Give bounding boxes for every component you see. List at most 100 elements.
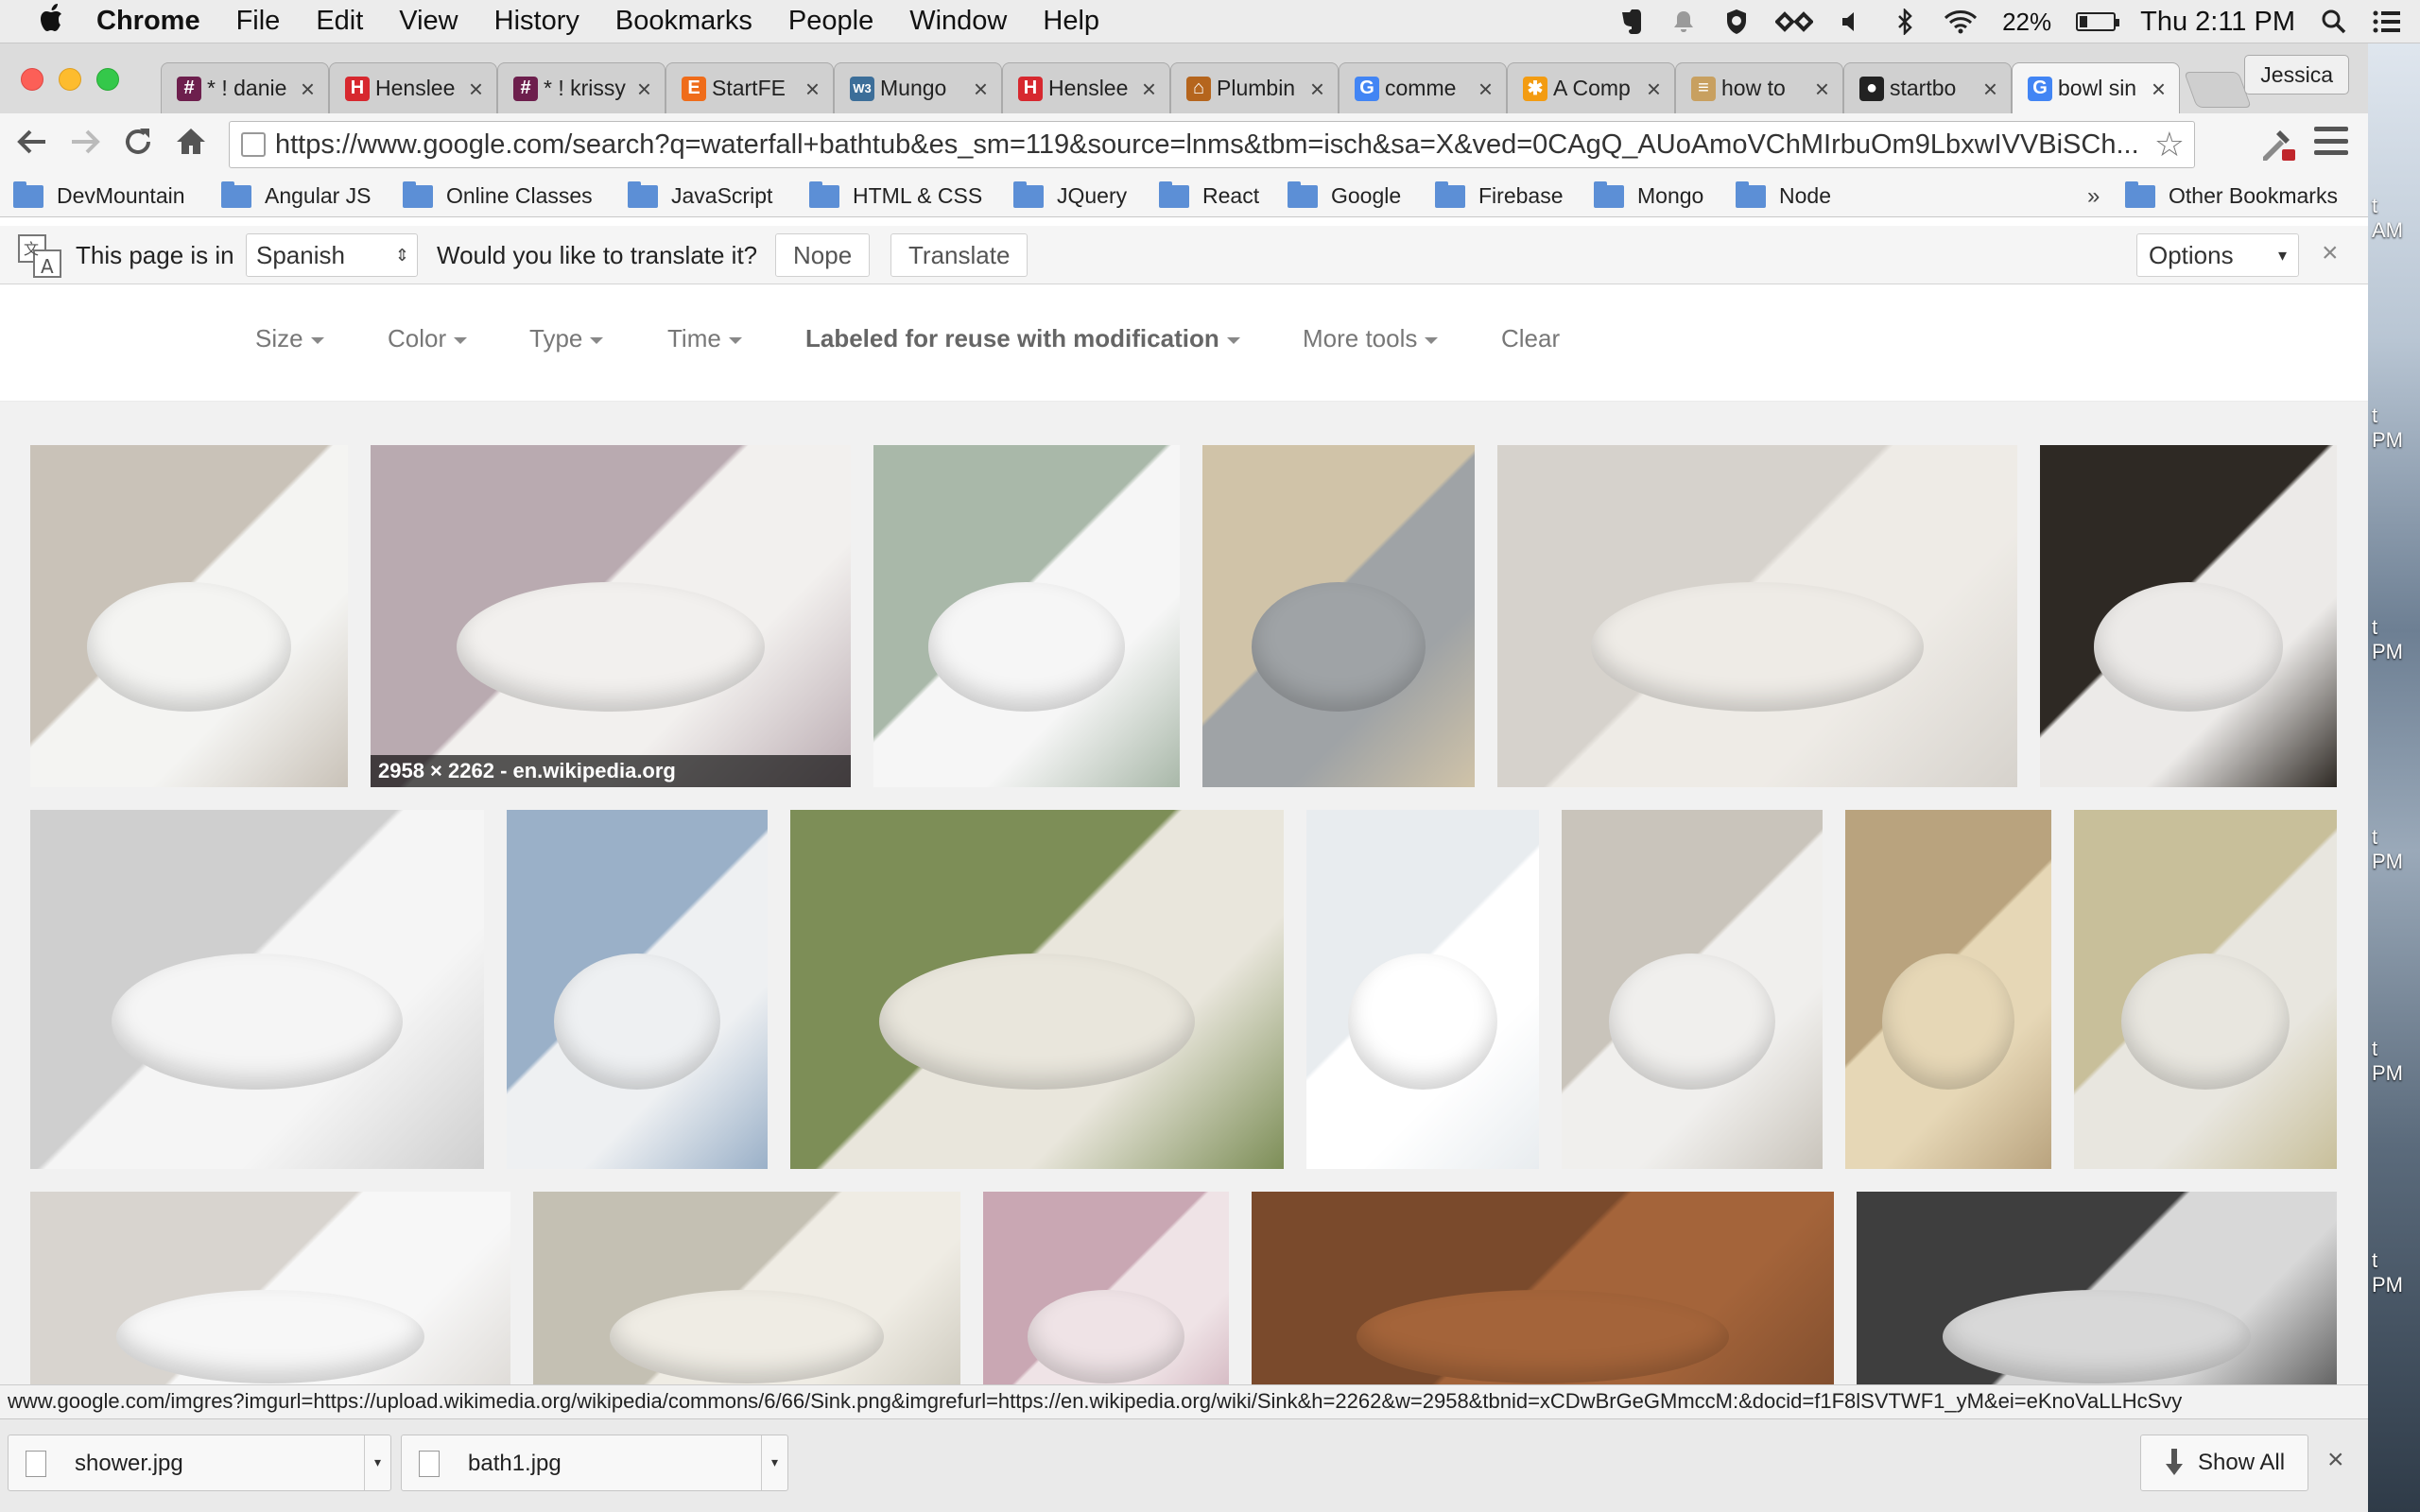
- tool-color[interactable]: Color: [388, 324, 468, 353]
- chrome-menu-icon[interactable]: [2314, 127, 2348, 155]
- extension-eyedropper-icon[interactable]: [2256, 121, 2299, 164]
- tool-size[interactable]: Size: [255, 324, 324, 353]
- image-result-wall-bidet[interactable]: [30, 810, 484, 1169]
- new-tab-button[interactable]: [2184, 72, 2252, 108]
- menu-help[interactable]: Help: [1043, 6, 1099, 37]
- browser-tab[interactable]: Gcomme ×: [1339, 62, 1507, 113]
- tool-time[interactable]: Time: [667, 324, 742, 353]
- browser-tab[interactable]: H Henslee ×: [329, 62, 497, 113]
- notification-center-icon[interactable]: [2373, 8, 2401, 36]
- close-tab-icon[interactable]: ×: [1815, 75, 1829, 104]
- bookmark-folder-jquery[interactable]: JQuery: [1013, 180, 1127, 209]
- image-result-wall-urinal-trough[interactable]: [2040, 445, 2337, 787]
- browser-tab[interactable]: ⌂ Plumbin ×: [1170, 62, 1339, 113]
- close-tab-icon[interactable]: ×: [637, 75, 651, 104]
- menu-app-name[interactable]: Chrome: [96, 6, 200, 37]
- menu-view[interactable]: View: [399, 6, 458, 37]
- menu-bookmarks[interactable]: Bookmarks: [615, 6, 752, 37]
- apple-menu-icon[interactable]: [38, 3, 68, 41]
- other-bookmarks-folder[interactable]: Other Bookmarks: [2125, 180, 2338, 209]
- bookmark-folder-devmountain[interactable]: DevMountain: [13, 180, 185, 209]
- download-item-bath1[interactable]: bath1.jpg ▾: [401, 1435, 788, 1491]
- tool-more-tools[interactable]: More tools: [1303, 324, 1439, 353]
- browser-tab[interactable]: E StartFE ×: [666, 62, 834, 113]
- close-downloads-shelf-icon[interactable]: ×: [2327, 1444, 2344, 1476]
- close-tab-icon[interactable]: ×: [974, 75, 988, 104]
- close-tab-icon[interactable]: ×: [1983, 75, 1997, 104]
- reload-button[interactable]: [117, 125, 159, 166]
- address-bar[interactable]: https://www.google.com/search?q=waterfal…: [229, 121, 2195, 168]
- bookmark-folder-angularjs[interactable]: Angular JS: [221, 180, 372, 209]
- show-all-downloads-button[interactable]: Show All: [2140, 1435, 2308, 1491]
- image-result-japanese-toilet-tiles[interactable]: [2074, 810, 2337, 1169]
- close-tab-icon[interactable]: ×: [805, 75, 820, 104]
- image-result-white-integrated-sink[interactable]: [1497, 445, 2017, 787]
- download-item-shower[interactable]: shower.jpg ▾: [8, 1435, 391, 1491]
- browser-tab[interactable]: Gbowl sin ×: [2012, 62, 2180, 113]
- menu-people[interactable]: People: [788, 6, 873, 37]
- menu-window[interactable]: Window: [909, 6, 1007, 37]
- close-tab-icon[interactable]: ×: [1310, 75, 1324, 104]
- bookmark-folder-javascript[interactable]: JavaScript: [628, 180, 772, 209]
- close-tab-icon[interactable]: ×: [2152, 75, 2166, 104]
- close-tab-icon[interactable]: ×: [1478, 75, 1493, 104]
- forward-button[interactable]: [64, 125, 106, 166]
- bookmark-star-icon[interactable]: ☆: [2154, 125, 2185, 164]
- menu-history[interactable]: History: [494, 6, 579, 37]
- close-tab-icon[interactable]: ×: [301, 75, 315, 104]
- battery-icon[interactable]: [2076, 12, 2120, 31]
- bookmark-folder-google[interactable]: Google: [1288, 180, 1401, 209]
- url-text[interactable]: https://www.google.com/search?q=waterfal…: [275, 129, 2154, 161]
- spotlight-search-icon[interactable]: [2320, 8, 2348, 36]
- image-result-toilet-lid-open[interactable]: [1562, 810, 1823, 1169]
- browser-tab[interactable]: W3 Mungo ×: [834, 62, 1002, 113]
- page-info-icon[interactable]: [241, 132, 266, 157]
- profile-button[interactable]: Jessica: [2244, 55, 2349, 94]
- browser-tab[interactable]: # * ! krissy ×: [497, 62, 666, 113]
- minimize-window-button[interactable]: [59, 68, 81, 91]
- bookmarks-overflow-chevron-icon[interactable]: »: [2087, 183, 2100, 210]
- browser-tab[interactable]: H Henslee ×: [1002, 62, 1170, 113]
- bookmark-folder-node[interactable]: Node: [1736, 180, 1831, 209]
- image-result-sink-chrome-faucet-close[interactable]: [1306, 810, 1539, 1169]
- translate-options-button[interactable]: Options ▾: [2136, 233, 2299, 277]
- menu-file[interactable]: File: [236, 6, 281, 37]
- image-result-kitchen-sink-cabinets[interactable]: [1845, 810, 2051, 1169]
- notification-bell-icon[interactable]: [1669, 8, 1698, 36]
- browser-tab[interactable]: ● startbo ×: [1843, 62, 2012, 113]
- close-tab-icon[interactable]: ×: [1142, 75, 1156, 104]
- download-menu-caret-icon[interactable]: ▾: [761, 1435, 787, 1490]
- evernote-icon[interactable]: [1616, 8, 1645, 36]
- bookmark-folder-react[interactable]: React: [1159, 180, 1259, 209]
- tool-clear[interactable]: Clear: [1501, 324, 1560, 353]
- browser-tab[interactable]: # * ! danie ×: [161, 62, 329, 113]
- tool-type[interactable]: Type: [529, 324, 604, 353]
- close-translate-bar-icon[interactable]: ×: [2322, 237, 2339, 269]
- download-menu-caret-icon[interactable]: ▾: [364, 1435, 390, 1490]
- back-button[interactable]: [11, 125, 53, 166]
- image-result-round-sink-chrome-faucet[interactable]: [873, 445, 1180, 787]
- zoom-window-button[interactable]: [96, 68, 119, 91]
- image-result-stainless-sink-mosaic[interactable]: [1202, 445, 1475, 787]
- source-language-select[interactable]: Spanish ⇕: [246, 233, 418, 277]
- wifi-icon[interactable]: [1944, 8, 1978, 36]
- menu-edit[interactable]: Edit: [316, 6, 363, 37]
- bookmark-folder-firebase[interactable]: Firebase: [1435, 180, 1563, 209]
- bookmark-folder-html-css[interactable]: HTML & CSS: [809, 180, 982, 209]
- image-result-vessel-sink-green-wall[interactable]: [790, 810, 1284, 1169]
- bluetooth-icon[interactable]: [1891, 8, 1919, 36]
- close-window-button[interactable]: [21, 68, 43, 91]
- bookmark-folder-online-classes[interactable]: Online Classes: [403, 180, 593, 209]
- home-button[interactable]: [170, 125, 212, 166]
- browser-tab[interactable]: ✱ A Comp ×: [1507, 62, 1675, 113]
- nope-button[interactable]: Nope: [775, 233, 871, 277]
- browser-tab[interactable]: ≡ how to ×: [1675, 62, 1843, 113]
- shield-icon[interactable]: [1722, 8, 1751, 36]
- close-tab-icon[interactable]: ×: [469, 75, 483, 104]
- image-result-white-vessel-sink-granite[interactable]: [30, 445, 348, 787]
- image-result-toilet-and-bidet-blue-floor[interactable]: [507, 810, 768, 1169]
- tool-usage-rights[interactable]: Labeled for reuse with modification: [805, 324, 1240, 353]
- translate-button[interactable]: Translate: [890, 233, 1028, 277]
- volume-icon[interactable]: [1838, 8, 1866, 36]
- infinity-icon[interactable]: [1775, 8, 1814, 36]
